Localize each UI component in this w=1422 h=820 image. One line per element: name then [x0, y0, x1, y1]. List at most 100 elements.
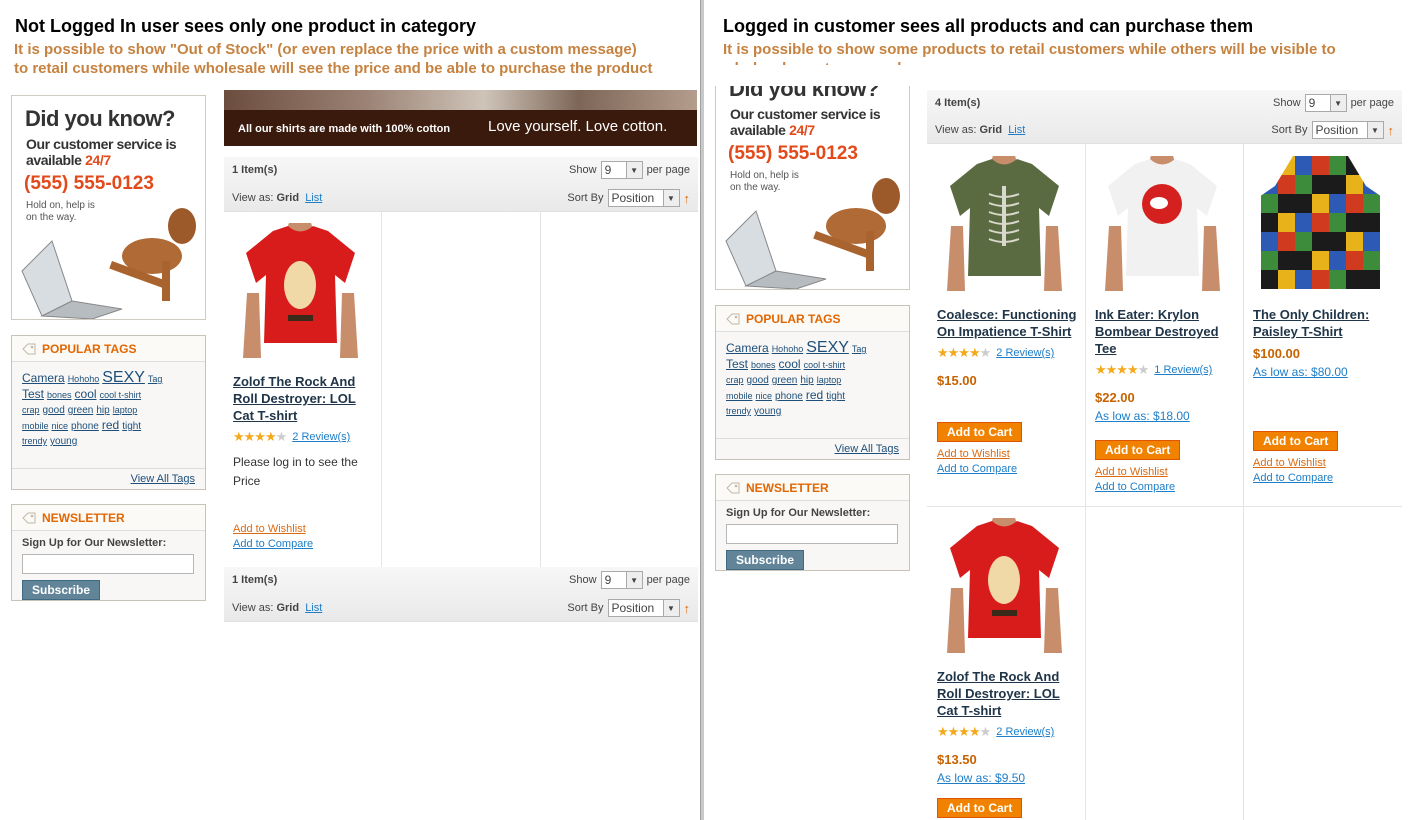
- add-to-wishlist-link[interactable]: Add to Wishlist: [937, 448, 1079, 460]
- tag-link[interactable]: Tag: [852, 344, 867, 354]
- tag-link[interactable]: good: [747, 375, 769, 386]
- sort-select[interactable]: Position ▼: [1311, 121, 1384, 139]
- sort-select[interactable]: Position ▼: [607, 599, 680, 617]
- as-low-as-link[interactable]: As low as: $9.50: [937, 771, 1079, 785]
- rating: ★★★★★ 1 Review(s): [1095, 362, 1237, 378]
- as-low-as-link[interactable]: As low as: $80.00: [1253, 365, 1395, 379]
- category-banner: All our shirts are made with 100% cotton…: [224, 90, 697, 146]
- reviews-link[interactable]: 2 Review(s): [292, 431, 350, 443]
- tag-link[interactable]: bones: [751, 360, 776, 370]
- tag-link[interactable]: SEXY: [102, 369, 145, 386]
- product-image[interactable]: [937, 150, 1072, 291]
- product-image[interactable]: [1253, 156, 1388, 291]
- tag-link[interactable]: phone: [71, 421, 99, 432]
- tag-link[interactable]: Test: [22, 387, 44, 401]
- tag-link[interactable]: cool t-shirt: [804, 360, 846, 370]
- tag-link[interactable]: nice: [756, 391, 773, 401]
- popular-tags-block: POPULAR TAGS Camera Hohoho SEXY Tag Test bon…: [11, 335, 206, 490]
- tag-link[interactable]: mobile: [726, 391, 753, 401]
- tag-link[interactable]: phone: [775, 391, 803, 402]
- product-image[interactable]: [937, 512, 1072, 653]
- tag-link[interactable]: Camera: [726, 341, 769, 355]
- tag-link[interactable]: tight: [122, 421, 141, 432]
- tag-link[interactable]: young: [754, 406, 781, 417]
- view-list-link[interactable]: List: [305, 192, 322, 204]
- reviews-link[interactable]: 2 Review(s): [996, 726, 1054, 738]
- customer-service-callout[interactable]: Did you know? Our customer service is av…: [715, 65, 910, 290]
- tag-link[interactable]: Camera: [22, 371, 65, 385]
- subscribe-button[interactable]: Subscribe: [22, 580, 101, 600]
- sort-direction-icon[interactable]: ↑: [1388, 123, 1395, 138]
- tag-link[interactable]: mobile: [22, 421, 49, 431]
- limit-select[interactable]: 9 ▼: [600, 161, 643, 179]
- customer-service-callout[interactable]: Did you know? Our customer service is av…: [11, 95, 206, 320]
- tag-link[interactable]: hip: [800, 375, 813, 386]
- add-to-compare-link[interactable]: Add to Compare: [1095, 481, 1237, 493]
- product-item: The Only Children: Paisley T-Shirt $100.…: [1253, 156, 1395, 484]
- left-note-line1: It is possible to show "Out of Stock" (o…: [14, 41, 637, 58]
- product-image[interactable]: [233, 217, 368, 358]
- add-to-wishlist-link[interactable]: Add to Wishlist: [233, 523, 373, 535]
- tag-link[interactable]: trendy: [726, 406, 751, 416]
- limit-select[interactable]: 9 ▼: [600, 571, 643, 589]
- tag-link[interactable]: nice: [52, 421, 69, 431]
- as-low-as-link[interactable]: As low as: $18.00: [1095, 409, 1237, 423]
- tag-link[interactable]: red: [806, 388, 823, 402]
- add-to-compare-link[interactable]: Add to Compare: [233, 538, 373, 550]
- add-to-cart-button[interactable]: Add to Cart: [937, 422, 1023, 442]
- tag-link[interactable]: hip: [96, 405, 109, 416]
- newsletter-email-input[interactable]: [22, 554, 194, 574]
- view-list-link[interactable]: List: [1008, 124, 1025, 136]
- add-to-cart-button[interactable]: Add to Cart: [1253, 431, 1339, 451]
- product-name-link[interactable]: Zolof The Rock And Roll Destroyer: LOL C…: [937, 669, 1060, 718]
- add-to-compare-link[interactable]: Add to Compare: [937, 463, 1079, 475]
- sort-direction-icon[interactable]: ↑: [684, 601, 691, 616]
- tag-link[interactable]: green: [772, 375, 798, 386]
- tag-link[interactable]: cool: [779, 357, 801, 371]
- add-to-compare-link[interactable]: Add to Compare: [1253, 472, 1395, 484]
- view-list-link[interactable]: List: [305, 602, 322, 614]
- rating: ★★★★★ 2 Review(s): [937, 724, 1079, 740]
- subscribe-button[interactable]: Subscribe: [726, 550, 805, 570]
- view-all-tags-link[interactable]: View All Tags: [131, 473, 195, 485]
- product-name-link[interactable]: Zolof The Rock And Roll Destroyer: LOL C…: [233, 374, 356, 423]
- product-image[interactable]: [1095, 150, 1230, 291]
- tag-link[interactable]: cool: [75, 387, 97, 401]
- tag-link[interactable]: Hohoho: [772, 344, 804, 354]
- sort-select[interactable]: Position ▼: [607, 189, 680, 207]
- product-name-link[interactable]: Coalesce: Functioning On Impatience T-Sh…: [937, 307, 1076, 339]
- view-all-tags-link[interactable]: View All Tags: [835, 443, 899, 455]
- add-to-cart-button[interactable]: Add to Cart: [1095, 440, 1181, 460]
- add-to-cart-button[interactable]: Add to Cart: [937, 798, 1023, 818]
- tag-link[interactable]: trendy: [22, 436, 47, 446]
- tag-link[interactable]: Test: [726, 357, 748, 371]
- tag-link[interactable]: tight: [826, 391, 845, 402]
- tag-link[interactable]: green: [68, 405, 94, 416]
- limit-select[interactable]: 9 ▼: [1304, 94, 1347, 112]
- product-name-link[interactable]: The Only Children: Paisley T-Shirt: [1253, 307, 1369, 339]
- newsletter-email-input[interactable]: [726, 524, 898, 544]
- tag-link[interactable]: bones: [47, 390, 72, 400]
- banner-slogan: Love yourself. Love cotton.: [488, 118, 668, 135]
- sort-direction-icon[interactable]: ↑: [684, 191, 691, 206]
- add-to-wishlist-link[interactable]: Add to Wishlist: [1095, 466, 1237, 478]
- tag-link[interactable]: laptop: [113, 405, 138, 415]
- tag-link[interactable]: SEXY: [806, 339, 849, 356]
- reviews-link[interactable]: 2 Review(s): [996, 347, 1054, 359]
- tag-link[interactable]: good: [43, 405, 65, 416]
- product-name-link[interactable]: Ink Eater: Krylon Bombear Destroyed Tee: [1095, 307, 1219, 356]
- tag-link[interactable]: crap: [726, 375, 744, 385]
- tag-icon: [22, 343, 36, 355]
- newsletter-icon: [726, 482, 740, 494]
- reviews-link[interactable]: 1 Review(s): [1154, 364, 1212, 376]
- tag-link[interactable]: red: [102, 418, 119, 432]
- tag-link[interactable]: Hohoho: [68, 374, 100, 384]
- tag-link[interactable]: Tag: [148, 374, 163, 384]
- tag-link[interactable]: crap: [22, 405, 40, 415]
- tag-icon: [726, 313, 740, 325]
- tag-link[interactable]: young: [50, 436, 77, 447]
- tag-link[interactable]: cool t-shirt: [100, 390, 142, 400]
- product-price: $100.00: [1253, 346, 1300, 361]
- add-to-wishlist-link[interactable]: Add to Wishlist: [1253, 457, 1395, 469]
- tag-link[interactable]: laptop: [817, 375, 842, 385]
